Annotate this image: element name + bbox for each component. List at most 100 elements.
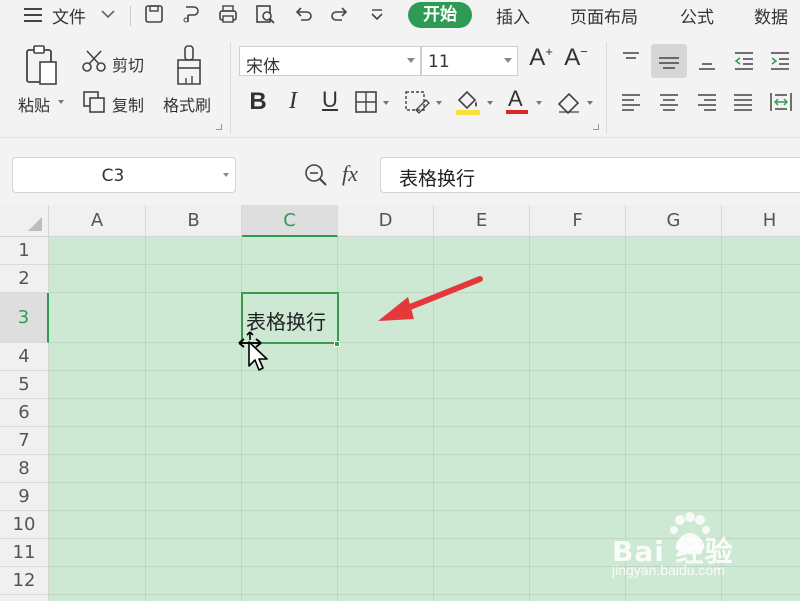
justify-icon[interactable] [732, 92, 754, 114]
chevron-down-icon[interactable] [487, 101, 493, 105]
pointer-cursor-icon [247, 340, 271, 376]
row-header[interactable]: 9 [0, 483, 49, 511]
row-header[interactable]: 12 [0, 567, 49, 595]
align-bottom-icon[interactable] [696, 50, 718, 72]
row-header-selected[interactable]: 3 [0, 293, 49, 343]
name-box[interactable]: C3 [12, 157, 236, 193]
row-header[interactable]: 2 [0, 265, 49, 293]
format-painter-icon[interactable] [174, 44, 206, 88]
row-header[interactable]: 7 [0, 427, 49, 455]
insert-function-button[interactable]: fx [342, 161, 358, 187]
formula-input[interactable]: 表格换行 [380, 157, 800, 193]
formula-bar: C3 fx 表格换行 [0, 139, 800, 205]
column-header-selected[interactable]: C [242, 205, 338, 237]
cut-button[interactable]: 剪切 [112, 52, 144, 76]
name-box-value: C3 [101, 166, 125, 186]
zoom-search-icon[interactable] [304, 163, 328, 187]
copy-icon[interactable] [82, 90, 106, 114]
spreadsheet-grid[interactable]: A B C D E F G H 1 2 3 4 5 6 7 8 9 10 11 … [0, 205, 800, 601]
grid-line [49, 454, 800, 455]
grid-line [49, 264, 800, 265]
cell-style-icon[interactable] [404, 90, 430, 114]
underline-button[interactable]: U [318, 87, 342, 113]
borders-icon[interactable] [354, 90, 378, 114]
divider [230, 42, 231, 134]
align-left-icon[interactable] [620, 92, 642, 114]
select-all-corner[interactable] [0, 205, 49, 237]
chevron-down-icon[interactable] [587, 101, 593, 105]
column-header[interactable]: B [146, 205, 242, 237]
ribbon: 粘贴 剪切 复制 格式刷 宋体 11 A+ A− B I U A [0, 32, 800, 138]
paste-icon[interactable] [24, 44, 60, 88]
bold-button[interactable]: B [246, 88, 270, 116]
baidu-logo-watermark: Bai 经验 [612, 510, 792, 570]
paste-button[interactable]: 粘贴 [18, 92, 50, 116]
align-center-icon[interactable] [658, 92, 680, 114]
column-header[interactable]: E [434, 205, 530, 237]
column-header[interactable]: G [626, 205, 722, 237]
more-chevron-icon[interactable] [366, 3, 388, 25]
undo-icon[interactable] [292, 3, 314, 25]
increase-indent-icon[interactable] [768, 50, 792, 72]
tab-home[interactable]: 开始 [408, 2, 472, 28]
save-icon[interactable] [143, 3, 165, 25]
format-painter-button[interactable]: 格式刷 [163, 92, 211, 116]
font-size-value: 11 [428, 52, 450, 72]
grid-line [49, 426, 800, 427]
fill-handle[interactable] [334, 341, 340, 347]
font-name-value: 宋体 [246, 57, 280, 77]
distributed-align-icon[interactable] [768, 90, 794, 114]
annotation-arrow [370, 269, 490, 329]
align-middle-button[interactable] [651, 44, 687, 78]
tab-formulas[interactable]: 公式 [680, 3, 714, 28]
file-menu[interactable]: 文件 [52, 3, 86, 28]
paste-dropdown-icon[interactable] [58, 100, 64, 104]
chevron-down-icon[interactable] [436, 101, 442, 105]
column-header[interactable]: F [530, 205, 626, 237]
tab-insert[interactable]: 插入 [496, 3, 530, 28]
row-header[interactable]: 11 [0, 539, 49, 567]
tab-page-layout[interactable]: 页面布局 [570, 3, 638, 28]
font-name-select[interactable]: 宋体 [239, 46, 421, 77]
print-icon[interactable] [217, 3, 239, 25]
column-header[interactable]: H [722, 205, 800, 237]
dialog-launcher-icon[interactable] [593, 124, 599, 130]
redo-icon[interactable] [329, 3, 351, 25]
row-header[interactable]: 5 [0, 371, 49, 399]
font-size-select[interactable]: 11 [421, 46, 518, 76]
grid-line [49, 398, 800, 399]
decrease-font-size-icon[interactable]: A− [562, 44, 590, 72]
grid-line [49, 342, 800, 343]
row-header[interactable]: 8 [0, 455, 49, 483]
hamburger-icon[interactable] [24, 7, 42, 23]
chevron-down-icon[interactable] [100, 6, 116, 26]
row-header[interactable]: 10 [0, 511, 49, 539]
row-header[interactable]: 4 [0, 343, 49, 371]
copy-button[interactable]: 复制 [112, 92, 144, 116]
align-right-icon[interactable] [696, 92, 718, 114]
chevron-down-icon[interactable] [383, 101, 389, 105]
increase-font-size-icon[interactable]: A+ [527, 44, 555, 72]
fill-color-icon[interactable] [454, 88, 482, 116]
chevron-down-icon [504, 58, 512, 63]
dialog-launcher-icon[interactable] [216, 124, 222, 130]
italic-button[interactable]: I [282, 88, 304, 115]
row-header[interactable]: 1 [0, 237, 49, 265]
align-top-icon[interactable] [620, 50, 642, 72]
scissors-icon[interactable] [82, 49, 106, 73]
export-icon[interactable] [180, 3, 202, 25]
tab-data[interactable]: 数据 [754, 3, 788, 28]
chevron-down-icon[interactable] [536, 101, 542, 105]
column-header[interactable]: D [338, 205, 434, 237]
divider [606, 42, 607, 134]
decrease-indent-icon[interactable] [732, 50, 756, 72]
chevron-down-icon [407, 58, 415, 63]
eraser-icon[interactable] [556, 90, 582, 115]
print-preview-icon[interactable] [254, 3, 276, 25]
column-header[interactable]: A [49, 205, 146, 237]
grid-line [49, 370, 800, 371]
row-header[interactable] [0, 595, 49, 601]
chevron-down-icon[interactable] [223, 173, 229, 177]
font-color-icon[interactable]: A [504, 86, 530, 116]
row-header[interactable]: 6 [0, 399, 49, 427]
